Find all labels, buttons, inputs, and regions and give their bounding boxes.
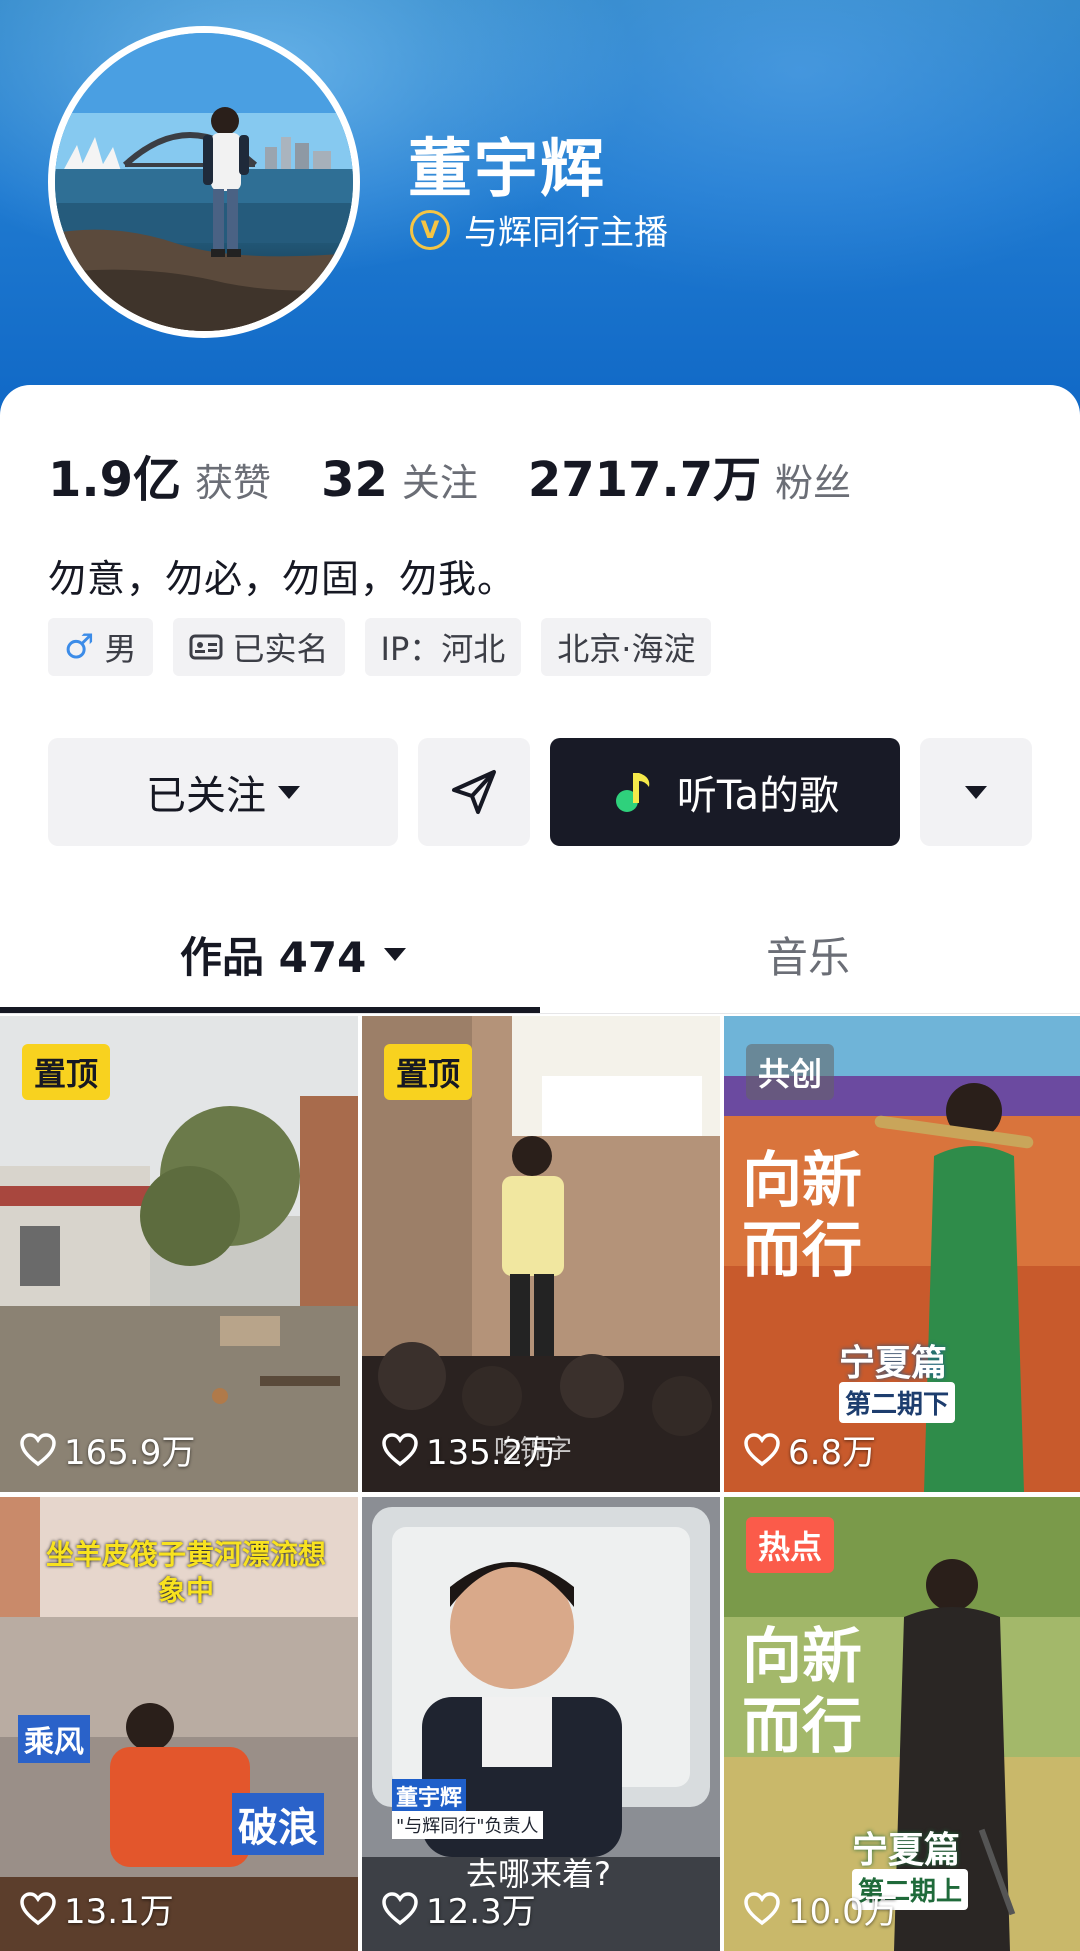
video-tile[interactable]: 共创 向新而行 宁夏篇 第二期下 6.8万 <box>724 1016 1080 1492</box>
pinned-badge: 置顶 <box>384 1044 473 1100</box>
video-tag-right: 破浪 <box>232 1793 324 1855</box>
video-title: 向新而行 <box>742 1146 862 1286</box>
tag-label: 已实名 <box>232 630 329 668</box>
stat-label: 获赞 <box>195 461 272 505</box>
action-row: 已关注 听Ta的歌 <box>48 738 1032 846</box>
caret-down-icon <box>965 785 987 799</box>
video-likes: 165.9万 <box>20 1425 195 1474</box>
avatar[interactable] <box>48 26 360 338</box>
heart-icon <box>744 1432 780 1466</box>
stat-following[interactable]: 32 关注 <box>321 452 478 508</box>
profile-name: 董宇辉 <box>408 133 606 207</box>
stat-label: 关注 <box>401 461 478 505</box>
video-likes: 12.3万 <box>382 1884 536 1933</box>
male-icon: ♂ <box>64 627 95 667</box>
video-tile[interactable]: 置顶 吃锦字 135.2万 <box>362 1016 720 1492</box>
more-button[interactable] <box>920 738 1032 846</box>
video-title: 向新而行 <box>742 1622 862 1762</box>
verification-row[interactable]: V 与辉同行主播 <box>410 205 668 254</box>
tag-location: 北京·海淀 <box>541 618 712 676</box>
video-tag-left: 乘风 <box>18 1715 90 1763</box>
heart-icon <box>20 1891 56 1925</box>
video-tile[interactable]: 董宇辉 "与辉同行"负责人 去哪来着? 12.3万 <box>362 1497 720 1951</box>
heart-icon <box>744 1891 780 1925</box>
followed-label: 已关注 <box>146 773 266 819</box>
tag-gender: ♂ 男 <box>48 618 153 676</box>
video-likes: 6.8万 <box>744 1425 876 1474</box>
listen-label: 听Ta的歌 <box>676 773 840 819</box>
verified-badge-icon: V <box>410 209 450 250</box>
caret-down-icon <box>384 948 407 961</box>
send-icon <box>452 770 496 814</box>
likes-count: 12.3万 <box>426 1892 536 1932</box>
tab-divider <box>0 1013 1080 1014</box>
video-role-tag: "与辉同行"负责人 <box>392 1811 543 1839</box>
id-card-icon <box>189 633 223 661</box>
tag-verified: 已实名 <box>172 618 345 676</box>
tag-label: 北京·海淀 <box>557 630 696 668</box>
stats-row: 1.9亿 获赞 32 关注 2717.7万 粉丝 <box>48 440 901 510</box>
video-tile[interactable]: 坐羊皮筏子黄河漂流想象中 乘风 破浪 13.1万 <box>0 1497 358 1951</box>
video-likes: 13.1万 <box>20 1884 174 1933</box>
likes-count: 165.9万 <box>64 1433 196 1473</box>
tab-works[interactable]: 作品 474 <box>180 924 407 985</box>
co-create-badge: 共创 <box>746 1044 835 1100</box>
listen-songs-button[interactable]: 听Ta的歌 <box>550 738 900 846</box>
tag-row: ♂ 男 已实名 IP：河北 北京·海淀 <box>48 618 731 676</box>
avatar-image <box>55 33 353 331</box>
tab-music[interactable]: 音乐 <box>766 924 850 985</box>
tag-label: 男 <box>104 630 137 668</box>
tab-works-label: 作品 474 <box>180 933 367 982</box>
video-name-tag: 董宇辉 <box>392 1779 467 1813</box>
likes-count: 13.1万 <box>64 1892 174 1932</box>
video-caption: 坐羊皮筏子黄河漂流想象中 <box>46 1538 327 1607</box>
caret-down-icon <box>278 785 300 799</box>
profile-bio: 勿意，勿必，勿固，勿我。 <box>48 557 517 601</box>
heart-icon <box>382 1891 418 1925</box>
message-button[interactable] <box>418 738 530 846</box>
stat-label: 粉丝 <box>775 461 852 505</box>
music-note-icon <box>615 773 650 812</box>
likes-count: 6.8万 <box>788 1433 877 1473</box>
stat-followers[interactable]: 2717.7万 粉丝 <box>528 440 851 510</box>
pinned-badge: 置顶 <box>22 1044 111 1100</box>
video-tile[interactable]: 热点 向新而行 宁夏篇 第二期上 10.0万 <box>724 1497 1080 1951</box>
video-tile[interactable]: 置顶 165.9万 <box>0 1016 358 1492</box>
video-grid: 置顶 165.9万 置顶 吃锦字 135.2万 共创 向新而行 宁夏篇 第二期下… <box>0 1016 1080 1951</box>
video-episode: 第二期下 <box>839 1382 956 1423</box>
tag-ip: IP：河北 <box>364 618 522 676</box>
video-likes: 135.2万 <box>382 1425 557 1474</box>
stat-likes[interactable]: 1.9亿 获赞 <box>48 440 271 510</box>
video-likes: 10.0万 <box>744 1884 898 1933</box>
video-subtitle: 宁夏篇 <box>839 1343 948 1384</box>
likes-count: 135.2万 <box>426 1433 558 1473</box>
stat-value: 32 <box>321 452 388 508</box>
stat-value: 1.9亿 <box>48 452 182 508</box>
stat-value: 2717.7万 <box>527 452 762 508</box>
followed-button[interactable]: 已关注 <box>48 738 398 846</box>
tag-label: IP：河北 <box>380 630 506 668</box>
heart-icon <box>382 1432 418 1466</box>
video-subtitle: 宁夏篇 <box>852 1830 961 1871</box>
hot-badge: 热点 <box>746 1517 835 1573</box>
verification-text: 与辉同行主播 <box>464 213 668 253</box>
likes-count: 10.0万 <box>788 1892 898 1932</box>
heart-icon <box>20 1432 56 1466</box>
